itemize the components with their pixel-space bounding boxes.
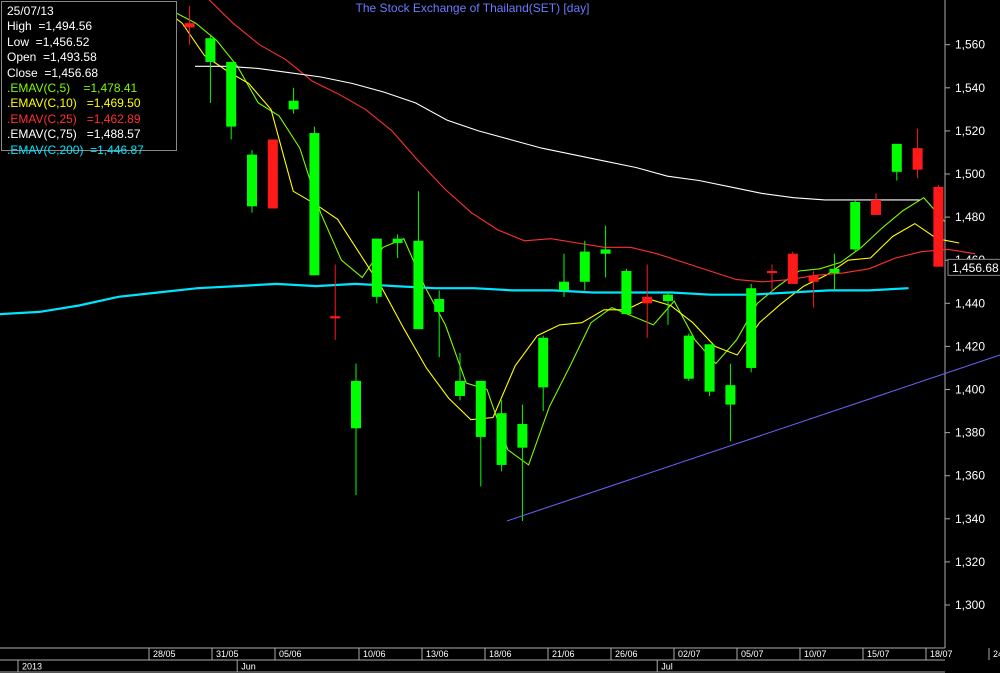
candle-body: [475, 380, 486, 437]
candle-body: [371, 238, 382, 297]
candle-body: [642, 296, 653, 304]
info-emav200: .EMAV(C,200) =1,446.87: [7, 142, 144, 157]
candle-body: [330, 316, 341, 319]
candle-body: [933, 186, 944, 267]
candle-body: [538, 337, 549, 388]
info-high: High =1,494.56: [7, 19, 93, 34]
candle-body: [663, 294, 673, 302]
price-tick-label: 1,320: [955, 555, 985, 569]
price-axis: 1,300 1,320 1,340 1,360 1,380 1,400 1,420 1,440…: [944, 0, 985, 648]
candle-body: [725, 385, 736, 405]
date-label: 31/05: [216, 649, 239, 659]
candle-body: [413, 240, 424, 330]
info-low: Low =1,456.52: [7, 34, 90, 49]
candle-body: [184, 23, 195, 28]
candle-body: [267, 139, 278, 209]
info-date: 25/07/13: [7, 4, 54, 18]
candle-body: [434, 298, 445, 312]
price-tick-label: 1,360: [955, 469, 985, 483]
ma-line-2: [159, 5, 960, 421]
date-label: 10/06: [363, 649, 386, 659]
candle-body: [683, 335, 694, 379]
candle-body: [787, 253, 798, 284]
date-label: 05/07: [741, 649, 764, 659]
candle-body: [496, 413, 507, 465]
date-label: 24/07: [993, 649, 1000, 659]
info-emav25: .EMAV(C,25) =1,462.89: [7, 111, 141, 126]
date-label: 13/06: [426, 649, 449, 659]
date-label: 18/06: [489, 649, 512, 659]
ma-line-4: [195, 65, 920, 201]
date-label: 10/07: [804, 649, 827, 659]
last-price-label: 1,456.68: [952, 261, 999, 275]
info-emav5: .EMAV(C,5) =1,478.41: [7, 81, 138, 96]
period-label: 2013: [22, 662, 42, 672]
candle-body: [808, 275, 819, 282]
price-tick-label: 1,520: [955, 124, 985, 138]
candle-body: [226, 61, 237, 127]
info-box: 25/07/13 High =1,494.56 Low =1,456.52 Op…: [1, 1, 177, 157]
price-tick-label: 1,560: [955, 38, 985, 52]
candle-body: [912, 148, 923, 170]
price-tick-label: 1,400: [955, 383, 985, 397]
last-price-marker: 1,456.68: [947, 258, 1000, 276]
candle-body: [351, 380, 361, 429]
candle-body: [455, 380, 465, 396]
candle-body: [891, 143, 902, 172]
candle-body: [767, 270, 777, 274]
date-label: 26/06: [615, 649, 638, 659]
info-emav10: .EMAV(C,10) =1,469.50: [7, 96, 141, 111]
info-close: Close =1,456.68: [7, 65, 99, 80]
date-label: 21/06: [552, 649, 575, 659]
candle-body: [704, 344, 715, 392]
candle-body: [247, 154, 257, 207]
candle-body: [621, 270, 632, 315]
candle-body: [392, 238, 403, 243]
candle-body: [205, 38, 216, 62]
candle-body: [559, 281, 569, 291]
period-label: Jun: [241, 662, 256, 672]
date-label: 05/06: [279, 649, 302, 659]
candle-body: [746, 288, 757, 368]
ma-line-1: [174, 11, 946, 466]
price-tick-label: 1,440: [955, 296, 985, 310]
candlesticks: [143, 1, 944, 521]
price-tick-label: 1,540: [955, 81, 985, 95]
date-axis: 28/05 31/05 05/06 10/06 13/06 18/06 21/06 26/06…: [0, 647, 1000, 673]
trendline: [506, 354, 1000, 522]
candle-body: [579, 251, 590, 282]
price-tick-label: 1,340: [955, 512, 985, 526]
candle-body: [288, 100, 299, 110]
candle-body: [829, 268, 840, 274]
price-tick-label: 1,480: [955, 210, 985, 224]
price-tick-label: 1,420: [955, 339, 985, 353]
price-tick-label: 1,500: [955, 167, 985, 181]
price-tick-label: 1,380: [955, 426, 985, 440]
date-label: 18/07: [930, 649, 953, 659]
candle-body: [850, 202, 861, 250]
candle-body: [517, 423, 528, 448]
candle-body: [309, 133, 320, 276]
date-label: 28/05: [153, 649, 176, 659]
date-label: 02/07: [678, 649, 701, 659]
support-trendline: [506, 354, 1000, 522]
info-open: Open =1,493.58: [7, 50, 97, 65]
candle-body: [871, 199, 881, 215]
period-label: Jul: [661, 662, 673, 672]
info-emav75: .EMAV(C,75) =1,488.57: [7, 127, 141, 142]
candle-body: [600, 249, 611, 254]
date-label: 15/07: [867, 649, 890, 659]
price-tick-label: 1,300: [955, 598, 985, 612]
